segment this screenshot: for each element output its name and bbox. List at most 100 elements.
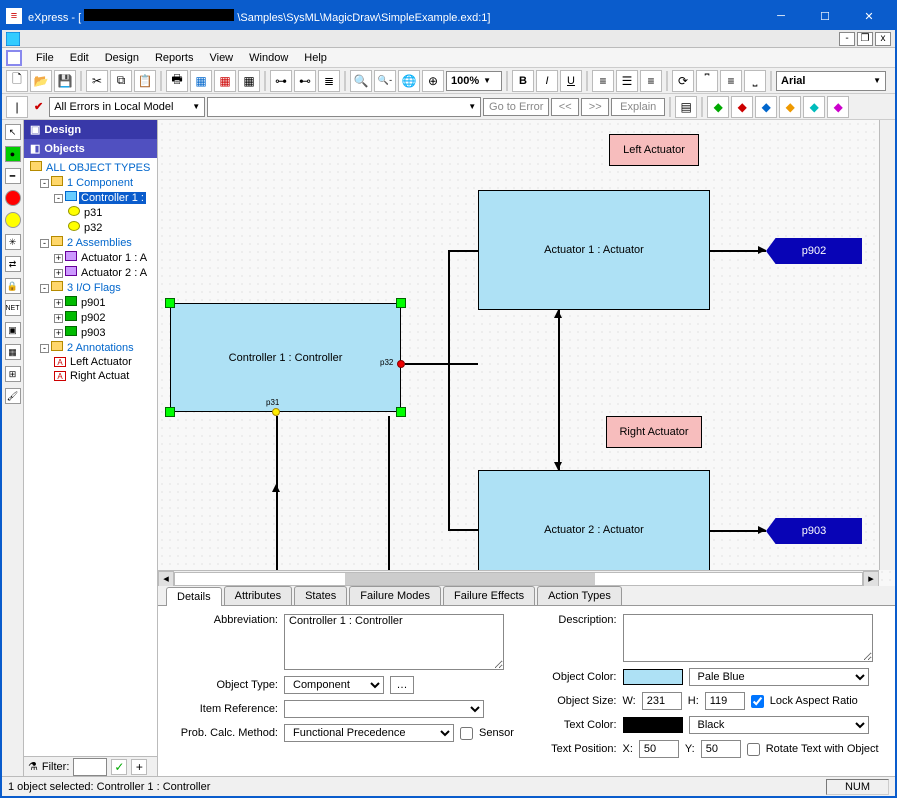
shape-actuator1[interactable]: Actuator 1 : Actuator xyxy=(478,190,710,310)
tool-grid[interactable]: ▦ xyxy=(5,344,21,360)
object-tree[interactable]: ALL OBJECT TYPES -1 Component -Controlle… xyxy=(24,158,157,756)
shape-flag-p902[interactable]: p902 xyxy=(766,238,862,264)
align-center-button[interactable]: ☰ xyxy=(616,70,638,92)
tool-color[interactable]: 🖌 xyxy=(5,388,21,404)
expand-icon[interactable]: + xyxy=(54,254,63,263)
resize-handle-nw[interactable] xyxy=(165,298,175,308)
tree-components[interactable]: -1 Component xyxy=(26,175,155,190)
otype-more-button[interactable]: … xyxy=(390,676,414,694)
tool-misc[interactable]: ⊞ xyxy=(5,366,21,382)
color-green-button[interactable]: ◆ xyxy=(707,96,729,118)
refresh-button[interactable]: ⟳ xyxy=(672,70,694,92)
save-button[interactable]: 💾 xyxy=(54,70,76,92)
panel-toggle[interactable]: ▤ xyxy=(675,96,697,118)
tree-flags[interactable]: -3 I/O Flags xyxy=(26,280,155,295)
menu-design[interactable]: Design xyxy=(97,50,147,66)
menu-reports[interactable]: Reports xyxy=(147,50,202,66)
list-button[interactable]: ≣ xyxy=(318,70,340,92)
tab-states[interactable]: States xyxy=(294,586,347,605)
error-list-combo[interactable]: ▼ xyxy=(207,97,481,117)
tree-port-p31[interactable]: p31 xyxy=(26,205,155,220)
tree-item-controller[interactable]: -Controller 1 : xyxy=(26,190,155,205)
prev-error-button[interactable]: << xyxy=(551,98,579,116)
next-error-button[interactable]: >> xyxy=(581,98,609,116)
abbreviation-input[interactable]: Controller 1 : Controller xyxy=(284,614,504,670)
align-left-button[interactable]: ≡ xyxy=(592,70,614,92)
valign-bot[interactable]: ⎵ xyxy=(744,70,766,92)
color-swatch[interactable] xyxy=(623,669,683,685)
valign-top[interactable]: ⎴ xyxy=(696,70,718,92)
tool-pointer[interactable]: ↖ xyxy=(5,124,21,140)
menu-view[interactable]: View xyxy=(201,50,241,66)
shape-controller[interactable]: Controller 1 : Controller xyxy=(170,303,401,412)
tool-line[interactable]: ━ xyxy=(5,168,21,184)
description-input[interactable] xyxy=(623,614,873,662)
canvas-vscroll[interactable] xyxy=(879,120,895,570)
tree-assemblies[interactable]: -2 Assemblies xyxy=(26,235,155,250)
lock-aspect-checkbox[interactable] xyxy=(751,695,764,708)
expand-icon[interactable]: + xyxy=(54,299,63,308)
rotate-text-checkbox[interactable] xyxy=(747,743,760,756)
collapse-icon[interactable]: - xyxy=(40,179,49,188)
copy-button[interactable]: ⧉ xyxy=(110,70,132,92)
tool-node-green[interactable]: ● xyxy=(5,146,21,162)
collapse-icon[interactable]: - xyxy=(54,194,63,203)
color-red-button[interactable]: ◆ xyxy=(731,96,753,118)
design-header[interactable]: ▣Design xyxy=(24,120,157,139)
italic-button[interactable]: I xyxy=(536,70,558,92)
tab-failure-effects[interactable]: Failure Effects xyxy=(443,586,535,605)
text-color-select[interactable]: Black xyxy=(689,716,869,734)
zoom-in-button[interactable]: 🔍 xyxy=(350,70,372,92)
menu-edit[interactable]: Edit xyxy=(62,50,97,66)
node-a-button[interactable]: ⊶ xyxy=(270,70,292,92)
canvas-hscroll[interactable]: ◂ ▸ xyxy=(158,570,879,586)
window-minimize[interactable]: ─ xyxy=(759,2,803,30)
error-scope-combo[interactable]: All Errors in Local Model▼ xyxy=(49,97,205,117)
tree-ann-left[interactable]: ALeft Actuator xyxy=(26,355,155,369)
collapse-icon[interactable]: - xyxy=(40,344,49,353)
shape-annotation-left[interactable]: Left Actuator xyxy=(609,134,699,166)
color-orange-button[interactable]: ◆ xyxy=(779,96,801,118)
text-x-input[interactable] xyxy=(639,740,679,758)
paste-button[interactable]: 📋 xyxy=(134,70,156,92)
underline-button[interactable]: U xyxy=(560,70,582,92)
shape-flag-p903[interactable]: p903 xyxy=(766,518,862,544)
expand-icon[interactable]: + xyxy=(54,314,63,323)
window-maximize[interactable]: ☐ xyxy=(803,2,847,30)
hscroll-thumb[interactable] xyxy=(345,573,595,585)
hscroll-track[interactable] xyxy=(174,572,863,586)
mdi-close[interactable]: x xyxy=(875,32,891,46)
grid-button[interactable]: ▦ xyxy=(238,70,260,92)
tbl-red-button[interactable]: ▦ xyxy=(214,70,236,92)
tool-lock[interactable]: 🔒 xyxy=(5,278,21,294)
shape-actuator2[interactable]: Actuator 2 : Actuator xyxy=(478,470,710,586)
resize-handle-ne[interactable] xyxy=(396,298,406,308)
collapse-icon[interactable]: - xyxy=(40,239,49,248)
resize-handle-sw[interactable] xyxy=(165,407,175,417)
tree-root[interactable]: ALL OBJECT TYPES xyxy=(26,160,155,175)
shape-annotation-right[interactable]: Right Actuator xyxy=(606,416,702,448)
zoom-fit-button[interactable]: ⊕ xyxy=(422,70,444,92)
width-input[interactable] xyxy=(642,692,682,710)
text-y-input[interactable] xyxy=(701,740,741,758)
tree-flag-p901[interactable]: +p901 xyxy=(26,295,155,310)
menu-help[interactable]: Help xyxy=(296,50,335,66)
resize-handle-se[interactable] xyxy=(396,407,406,417)
hscroll-right[interactable]: ▸ xyxy=(863,571,879,587)
cut-button[interactable]: ✂ xyxy=(86,70,108,92)
tool-links[interactable]: ⇄ xyxy=(5,256,21,272)
mdi-minimize[interactable]: - xyxy=(839,32,855,46)
object-type-select[interactable]: Component xyxy=(284,676,384,694)
tree-flag-p903[interactable]: +p903 xyxy=(26,325,155,340)
font-combo[interactable]: Arial▼ xyxy=(776,71,886,91)
valign-mid[interactable]: ≡ xyxy=(720,70,742,92)
tcolor-swatch[interactable] xyxy=(623,717,683,733)
tbl-blue-button[interactable]: ▦ xyxy=(190,70,212,92)
zoom-out-button[interactable]: 🔍- xyxy=(374,70,396,92)
explain-button[interactable]: Explain xyxy=(611,98,665,116)
mdi-restore[interactable]: ❐ xyxy=(857,32,873,46)
objects-header[interactable]: ◧Objects xyxy=(24,139,157,158)
item-ref-select[interactable] xyxy=(284,700,484,718)
color-magenta-button[interactable]: ◆ xyxy=(827,96,849,118)
tool-node-red[interactable] xyxy=(5,190,21,206)
